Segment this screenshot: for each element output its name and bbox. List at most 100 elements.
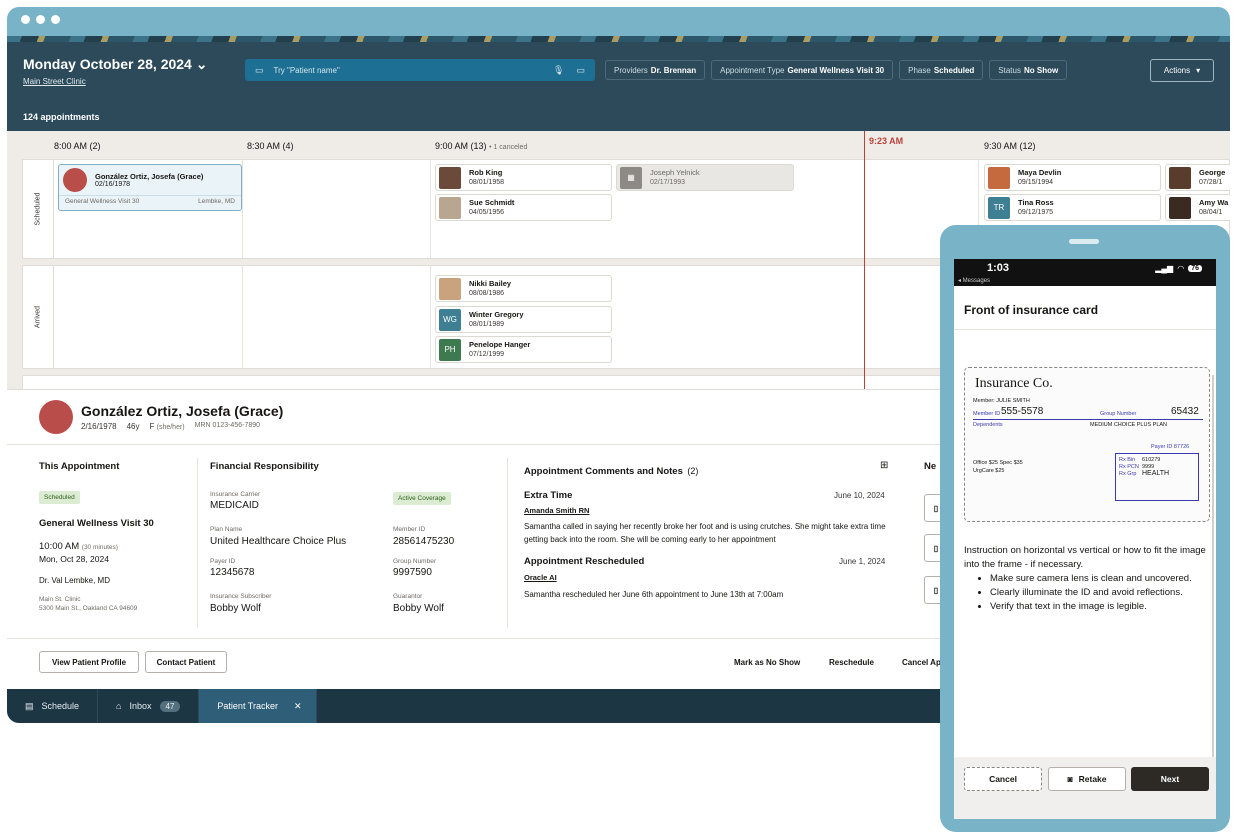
scrollbar[interactable] [1212, 375, 1214, 775]
close-icon[interactable]: ✕ [294, 701, 302, 712]
appointment-card[interactable]: Maya Devlin 09/15/1994 [984, 164, 1161, 191]
header: Monday October 28, 2024 ⌄ Main Street Cl… [7, 36, 1230, 131]
avatar [1169, 166, 1191, 189]
card-dob: 08/01/1958 [469, 179, 505, 186]
add-note-icon[interactable]: ⊞ [880, 460, 888, 471]
retake-button[interactable]: ◙ Retake [1048, 767, 1126, 791]
window-dot[interactable] [36, 15, 45, 24]
coverage-badge: Active Coverage [393, 492, 451, 505]
wifi-icon: ◠ [1177, 264, 1185, 273]
slot-count: (13) [470, 141, 487, 151]
notes-title: Appointment Comments and Notes [524, 466, 683, 477]
avatar [439, 196, 461, 219]
appointment-card-canceled[interactable]: ▦ Joseph Yelnick 02/17/1993 [616, 164, 794, 191]
nav-schedule[interactable]: ▤ Schedule [7, 689, 99, 723]
scan-icon[interactable]: ▭ [576, 65, 585, 76]
appointment-card[interactable]: Rob King 08/01/1958 [435, 164, 612, 191]
card-name: Rob King [469, 168, 503, 177]
appointment-card[interactable]: Nikki Bailey 08/08/1986 [435, 275, 612, 302]
current-time-label: 9:23 AM [869, 136, 904, 146]
card-name: Sue Schmidt [469, 198, 515, 207]
appointment-card[interactable]: George 07/28/1 [1165, 164, 1230, 191]
field-label: Insurance Subscriber [210, 593, 272, 600]
date-selector[interactable]: Monday October 28, 2024 ⌄ [23, 56, 207, 73]
inbox-count-badge: 47 [159, 700, 181, 712]
card-label: Rx PCN [1119, 464, 1139, 470]
field-label: Member ID [393, 526, 426, 533]
avatar [63, 168, 87, 192]
card-name: Tina Ross [1018, 198, 1054, 207]
note-date: June 10, 2024 [834, 491, 885, 500]
appointment-time: 10:00 AM (30 minutes) [39, 541, 118, 552]
column-divider [242, 160, 243, 258]
card-dob: 04/05/1956 [469, 209, 505, 216]
window-dot[interactable] [21, 15, 30, 24]
microphone-icon[interactable]: 🎙 [553, 65, 564, 76]
appointment-card[interactable]: TR Tina Ross 09/12/1975 [984, 194, 1161, 221]
status-icons: ▂▄▆ ◠ 76 [1155, 264, 1202, 273]
current-time-line [864, 131, 865, 389]
cancel-button[interactable]: Cancel [964, 767, 1042, 791]
search-input[interactable]: ▭ Try "Patient name" 🎙 ▭ [245, 59, 595, 81]
note-author[interactable]: Oracle AI [524, 573, 557, 582]
view-patient-profile-button[interactable]: View Patient Profile [39, 651, 139, 673]
appointment-card[interactable]: PH Penelope Hanger 07/12/1999 [435, 336, 612, 363]
slot-header-930: 9:30 AM (12) [984, 141, 1036, 151]
appointment-card[interactable]: Amy Wa 08/04/1 [1165, 194, 1230, 221]
nav-label: Patient Tracker [217, 701, 278, 711]
column-divider [197, 458, 198, 628]
actions-label: Actions [1163, 66, 1191, 75]
appointment-card-selected[interactable]: González Ortiz, Josefa (Grace) 02/16/197… [58, 164, 242, 211]
reschedule-button[interactable]: Reschedule [829, 658, 874, 667]
next-button[interactable]: Next [1131, 767, 1209, 791]
filter-value: General Wellness Visit 30 [787, 65, 885, 75]
notes-header: Appointment Comments and Notes (2) [524, 461, 698, 479]
back-to-messages[interactable]: ◂ Messages [958, 277, 990, 284]
filter-label: Status [998, 65, 1021, 75]
column-divider [507, 458, 508, 628]
nav-patient-tracker[interactable]: Patient Tracker ✕ [199, 689, 317, 723]
filter-phase[interactable]: Phase Scheduled [899, 60, 984, 80]
note-author[interactable]: Amanda Smith RN [524, 506, 589, 515]
status-time: 1:03 [987, 262, 1010, 274]
patient-gender: F (she/her) [150, 422, 185, 431]
note-title: Extra Time [524, 490, 573, 501]
window-dot[interactable] [51, 15, 60, 24]
clinic-link[interactable]: Main Street Clinic [23, 77, 86, 86]
plan-name: United Healthcare Choice Plus [210, 536, 347, 547]
filter-appointment-type[interactable]: Appointment Type General Wellness Visit 3… [711, 60, 894, 80]
filter-value: Dr. Brennan [650, 65, 697, 75]
filter-value: No Show [1023, 65, 1059, 75]
calendar-icon: ▦ [620, 166, 642, 189]
slot-count: (2) [89, 141, 101, 151]
note-text: Samantha rescheduled her June 6th appoin… [524, 590, 784, 599]
cancel-appointment-button[interactable]: Cancel Ap [902, 658, 941, 667]
field-label: Plan Name [210, 526, 243, 533]
avatar-initials: PH [439, 338, 461, 361]
search-icon: ▭ [255, 64, 264, 75]
filter-status[interactable]: Status No Show [989, 60, 1068, 80]
filter-providers[interactable]: Providers Dr. Brennan [605, 60, 706, 80]
notes-count: (2) [687, 466, 699, 476]
avatar-initials: TR [988, 196, 1010, 219]
card-label: Rx Bin [1119, 457, 1136, 463]
avatar [988, 166, 1010, 189]
member-id: 28561475230 [393, 536, 455, 547]
card-value: 610279 [1142, 457, 1161, 463]
card-dob: 02/16/1978 [95, 181, 131, 188]
time-value: 10:00 AM [39, 541, 80, 552]
nav-inbox[interactable]: ⌂ Inbox 47 [98, 689, 200, 723]
mark-no-show-button[interactable]: Mark as No Show [734, 658, 800, 667]
button-label: Retake [1078, 774, 1107, 784]
calendar-icon: ▤ [25, 700, 34, 711]
card-dob: 07/12/1999 [469, 351, 505, 358]
instruction-item: Make sure camera lens is clean and uncov… [990, 572, 1208, 586]
appointment-card[interactable]: WG Winter Gregory 08/01/1989 [435, 306, 612, 333]
header-pattern [7, 36, 1230, 42]
card-name: Amy Wa [1199, 198, 1229, 207]
contact-patient-button[interactable]: Contact Patient [145, 651, 227, 673]
appointment-card[interactable]: Sue Schmidt 04/05/1956 [435, 194, 612, 221]
card-plan: MEDIUM CHOICE PLUS PLAN [1090, 422, 1168, 428]
actions-button[interactable]: Actions ▾ [1150, 59, 1214, 82]
instruction-text: Instruction on horizontal vs vertical or… [964, 545, 1206, 570]
